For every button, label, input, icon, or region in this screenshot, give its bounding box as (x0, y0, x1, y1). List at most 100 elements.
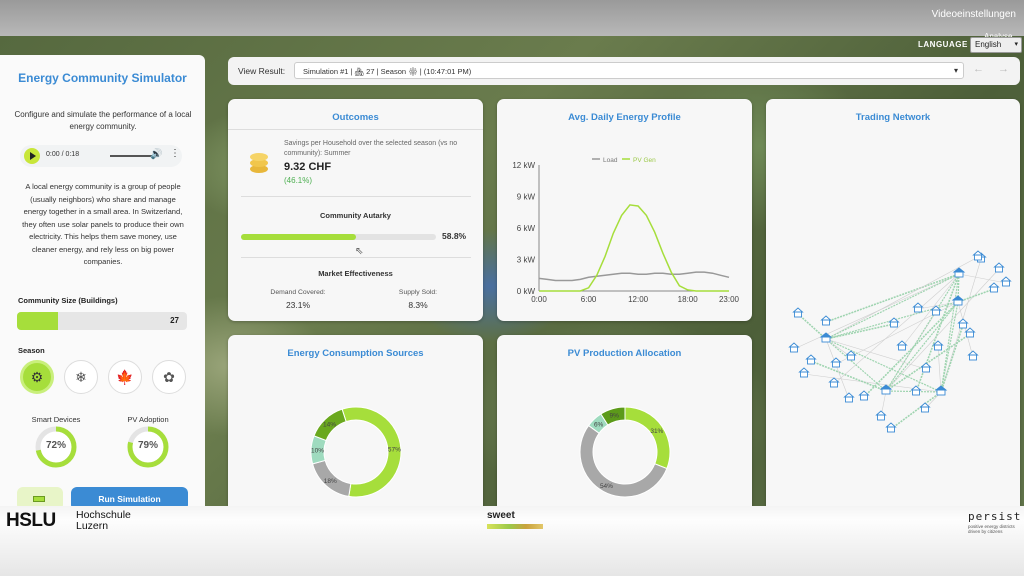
house-node-icon (1000, 276, 1012, 287)
persist-logo-subtitle: positive energy districts driven by citi… (968, 524, 1015, 534)
persist-logo: persist (968, 510, 1022, 523)
mouse-cursor-icon: ⇖ (355, 246, 364, 257)
language-select[interactable]: English ▾ (970, 37, 1022, 53)
next-arrow-icon[interactable]: → (998, 63, 1009, 75)
house-body (1002, 280, 1010, 287)
house-node-icon (792, 307, 804, 318)
more-options-icon[interactable]: ⋮ (170, 148, 180, 159)
smart-devices-gauge[interactable]: 72% (34, 425, 78, 469)
network-edge (940, 273, 960, 393)
x-tick-label: 12:00 (628, 295, 649, 304)
house-roof (993, 262, 1005, 268)
house-body (936, 389, 946, 396)
house-body (921, 406, 929, 413)
play-icon[interactable] (24, 148, 40, 164)
autarky-value: 58.8% (442, 231, 467, 241)
house-roof (830, 357, 842, 363)
chevron-down-icon: ▾ (1014, 41, 1018, 48)
community-size-slider[interactable]: 27 (17, 312, 187, 330)
chevron-down-icon: ▾ (953, 66, 958, 75)
savings-value: 9.32 CHF (284, 161, 332, 173)
hslu-logo-subtitle: Hochschule Luzern (76, 510, 131, 532)
house-node-icon (910, 385, 922, 396)
donut-slice-label: 6% (594, 421, 604, 428)
house-body (832, 361, 840, 368)
house-body (966, 331, 974, 338)
house-body (790, 346, 798, 353)
house-roof (967, 350, 979, 356)
network-edge (958, 273, 1007, 284)
house-body (860, 394, 868, 401)
previous-arrow-icon[interactable]: ← (973, 63, 984, 75)
hslu-sub-line2: Luzern (76, 520, 109, 532)
season-label: Season (18, 346, 45, 355)
audio-player: 0:00 / 0:18 🔊 ⋮ (20, 145, 182, 167)
community-size-fill (17, 312, 58, 330)
house-body (890, 321, 898, 328)
house-body (954, 271, 964, 278)
house-node-icon (788, 342, 800, 353)
volume-icon[interactable]: 🔊 (150, 149, 162, 160)
house-roof (952, 267, 966, 273)
smart-devices-value: 72% (45, 440, 66, 451)
season-summer-button[interactable]: ⚙ (20, 360, 54, 394)
house-body (912, 389, 920, 396)
house-node-icon (951, 295, 965, 306)
savings-percent: (46.1%) (284, 176, 313, 185)
battery-icon (33, 496, 45, 502)
donut-slice (624, 406, 671, 470)
demand-covered-label: Demand Covered: (270, 289, 326, 296)
pv-adoption-gauge[interactable]: 79% (126, 425, 170, 469)
series-line-load (538, 271, 730, 282)
consumption-donut-chart: 57% 18% 10% 14% (310, 406, 402, 498)
divider (241, 196, 471, 197)
donut-slice-label: 18% (324, 478, 337, 485)
house-body (922, 366, 930, 373)
house-roof (805, 354, 817, 360)
network-edge (890, 391, 942, 430)
autarky-label: Community Autarky (320, 211, 391, 220)
series-line-pv-gen (539, 204, 729, 292)
house-body (881, 388, 891, 395)
y-tick-label: 3 kW (517, 256, 536, 265)
trading-network-card: Trading Network (766, 99, 1020, 519)
coins-icon (250, 153, 268, 173)
house-node-icon (858, 390, 870, 401)
house-roof (858, 390, 870, 396)
house-node-icon (957, 318, 969, 329)
donut-slice-label: 14% (323, 422, 336, 429)
network-edge (833, 273, 960, 385)
house-body (959, 322, 967, 329)
consumption-sources-card: Energy Consumption Sources 57% 18% 10% 14% (228, 335, 483, 525)
supply-sold-value: 8.3% (408, 300, 428, 310)
gear-icon: ⚙ (30, 368, 44, 385)
x-tick-label: 23:00 (719, 295, 740, 304)
house-body (845, 396, 853, 403)
maple-leaf-icon: 🍁 (116, 368, 134, 385)
footer-logos-bar: HSLU Hochschule Luzern sweet persist pos… (0, 506, 1024, 576)
smart-devices-label: Smart Devices (31, 415, 81, 424)
house-roof (820, 315, 832, 321)
view-result-select[interactable]: Simulation #1 | 🏘 27 | Season ⚙ | (10:47… (294, 62, 964, 79)
house-body (807, 358, 815, 365)
pv-adoption-label: PV Adoption (127, 415, 169, 424)
network-edge (797, 313, 827, 340)
house-node-icon (885, 422, 897, 433)
house-body (953, 299, 963, 306)
x-tick-label: 18:00 (678, 295, 699, 304)
video-settings-label[interactable]: Videoeinstellungen (932, 9, 1016, 20)
divider (228, 129, 483, 130)
house-body (887, 426, 895, 433)
season-autumn-button[interactable]: 🍁 (108, 360, 142, 394)
house-node-icon (920, 362, 932, 373)
house-node-icon (828, 377, 840, 388)
season-spring-button[interactable]: ✿ (152, 360, 186, 394)
house-roof (792, 307, 804, 313)
hslu-logo: HSLU (6, 510, 56, 531)
house-node-icon (934, 385, 948, 396)
trading-network-graph[interactable] (766, 99, 1020, 499)
donut-slice-label: 31% (650, 428, 663, 435)
house-roof (788, 342, 800, 348)
view-result-bar: View Result: Simulation #1 | 🏘 27 | Seas… (228, 57, 1020, 85)
season-winter-button[interactable]: ❄ (64, 360, 98, 394)
